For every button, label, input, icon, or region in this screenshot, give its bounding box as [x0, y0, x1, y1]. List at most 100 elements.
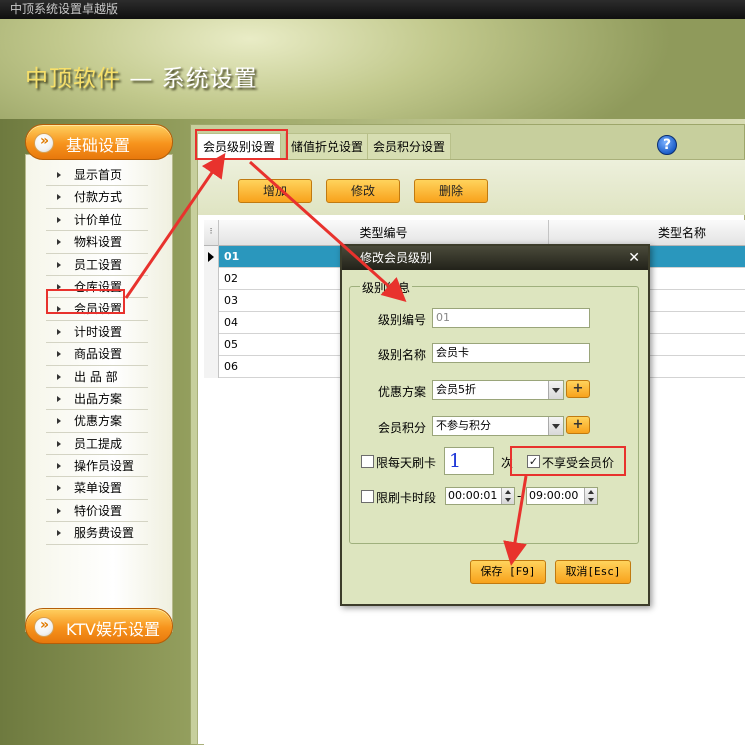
brand-name: 中顶软件	[25, 66, 121, 92]
level-code-label: 级别编号	[378, 313, 427, 327]
title-separator: —	[129, 66, 154, 92]
sidebar-item-label: 出 品 部	[74, 369, 118, 384]
sidebar-item-label: 特价设置	[74, 503, 123, 518]
add-button[interactable]: 增加	[238, 179, 312, 203]
cell-level-code: 01	[224, 250, 240, 263]
row-indicator	[204, 246, 219, 268]
ktv-settings-group-button[interactable]: KTV娱乐设置	[25, 608, 173, 644]
cell-level-code: 06	[224, 360, 238, 373]
daily-limit-checkbox[interactable]	[361, 455, 374, 468]
spinner-icon[interactable]	[584, 488, 597, 504]
basic-settings-group-button[interactable]: 基础设置	[25, 124, 173, 160]
time-end-value: 09:00:00	[529, 489, 579, 502]
sidebar-item[interactable]: 出品方案	[46, 388, 148, 411]
save-button[interactable]: 保存 [F9]	[470, 560, 546, 584]
sidebar-item[interactable]: 特价设置	[46, 500, 148, 523]
time-limit-label: 限刷卡时段	[376, 491, 437, 505]
tab[interactable]: 会员积分设置	[367, 133, 452, 159]
sidebar-item[interactable]: 显示首页	[46, 164, 148, 187]
sidebar-item[interactable]: 付款方式	[46, 186, 148, 209]
sidebar-item-label: 计价单位	[74, 212, 123, 227]
help-icon[interactable]: ?	[657, 135, 677, 155]
basic-settings-label: 基础设置	[66, 136, 131, 155]
sidebar-item[interactable]: 物料设置	[46, 231, 148, 254]
sidebar-item[interactable]: 优惠方案	[46, 410, 148, 433]
triangle-right-icon	[57, 485, 61, 492]
time-end-input[interactable]: 09:00:00	[526, 487, 598, 505]
annotation-highlight-tab	[195, 129, 288, 160]
time-limit-checkbox[interactable]	[361, 490, 374, 503]
edit-level-dialog: 修改会员级别 ✕ 级别信息 级别编号 01 级别名称 会员卡 优惠方案 会员5折…	[340, 244, 650, 606]
column-header-name[interactable]: 类型名称	[550, 220, 745, 246]
level-name-field[interactable]: 会员卡	[432, 343, 590, 363]
discount-plan-label: 优惠方案	[378, 385, 427, 399]
row-indicator	[204, 312, 219, 334]
triangle-right-icon	[57, 373, 61, 380]
sidebar-item[interactable]: 员工设置	[46, 254, 148, 276]
annotation-highlight-no-member-price	[510, 446, 626, 476]
sidebar-item-label: 商品设置	[74, 347, 123, 362]
sidebar-item[interactable]: 服务费设置	[46, 522, 148, 545]
column-header-code[interactable]: 类型编号	[219, 220, 549, 246]
triangle-right-icon	[57, 395, 61, 402]
triangle-right-icon	[57, 216, 61, 223]
member-points-select[interactable]: 不参与积分	[432, 416, 564, 436]
cell-level-code: 04	[224, 316, 238, 329]
spinner-icon[interactable]	[501, 488, 514, 504]
discount-plan-select[interactable]: 会员5折	[432, 380, 564, 400]
row-indicator	[204, 334, 219, 356]
sidebar-item[interactable]: 商品设置	[46, 343, 148, 366]
row-indicator	[204, 290, 219, 312]
sidebar-item[interactable]: 出 品 部	[46, 366, 148, 388]
chevron-down-icon	[548, 381, 563, 399]
sidebar-item-label: 显示首页	[74, 168, 123, 182]
cell-level-code: 03	[224, 294, 238, 307]
row-indicator	[204, 268, 219, 290]
dialog-title-text: 修改会员级别	[360, 251, 433, 265]
chevron-down-icon	[548, 417, 563, 435]
annotation-highlight-member-settings	[46, 289, 125, 314]
double-chevron-icon	[34, 617, 54, 637]
time-start-input[interactable]: 00:00:01	[445, 487, 515, 505]
triangle-right-icon	[57, 239, 61, 246]
level-name-label: 级别名称	[378, 348, 427, 362]
level-info-group: 级别信息 级别编号 01 级别名称 会员卡 优惠方案 会员5折 + 会员积分 不…	[349, 279, 639, 544]
triangle-right-icon	[57, 530, 61, 537]
sidebar-item-label: 计时设置	[74, 324, 123, 339]
triangle-right-icon	[57, 507, 61, 514]
add-discount-plan-button[interactable]: +	[566, 380, 590, 398]
sidebar-item-label: 菜单设置	[74, 481, 123, 496]
close-icon[interactable]: ✕	[628, 246, 640, 270]
sidebar-item-label: 出品方案	[74, 391, 123, 406]
daily-limit-input[interactable]: 1	[444, 447, 494, 475]
sidebar: 基础设置 显示首页付款方式计价单位物料设置员工设置仓库设置会员设置计时设置商品设…	[22, 124, 177, 652]
daily-limit-label: 限每天刷卡	[376, 456, 437, 470]
grid-header: ⁝ 类型编号 类型名称	[204, 220, 745, 246]
sidebar-item[interactable]: 员工提成	[46, 433, 148, 456]
cancel-button[interactable]: 取消[Esc]	[555, 560, 631, 584]
sidebar-item[interactable]: 操作员设置	[46, 455, 148, 478]
ktv-settings-label: KTV娱乐设置	[66, 620, 160, 639]
delete-button[interactable]: 删除	[414, 179, 488, 203]
triangle-right-icon	[57, 463, 61, 470]
add-points-button[interactable]: +	[566, 416, 590, 434]
window-title: 中顶系统设置卓越版	[0, 0, 745, 19]
sidebar-item-label: 服务费设置	[74, 526, 135, 541]
member-points-value: 不参与积分	[436, 419, 491, 432]
tab[interactable]: 储值折兑设置	[285, 133, 370, 159]
sidebar-item[interactable]: 菜单设置	[46, 477, 148, 500]
sidebar-item-label: 员工设置	[74, 257, 123, 272]
dialog-title: 修改会员级别 ✕	[342, 246, 648, 270]
edit-button[interactable]: 修改	[326, 179, 400, 203]
triangle-right-icon	[57, 328, 61, 335]
cell-level-code: 02	[224, 272, 238, 285]
sidebar-item[interactable]: 计时设置	[46, 321, 148, 344]
sidebar-item[interactable]: 计价单位	[46, 209, 148, 232]
triangle-right-icon	[57, 194, 61, 201]
row-indicator	[204, 356, 219, 378]
cell-level-code: 05	[224, 338, 238, 351]
level-code-field[interactable]: 01	[432, 308, 590, 328]
group-label: 级别信息	[360, 279, 413, 296]
page-title: 中顶软件 — 系统设置	[25, 59, 258, 93]
toolbar: 增加 修改 删除	[198, 160, 745, 215]
